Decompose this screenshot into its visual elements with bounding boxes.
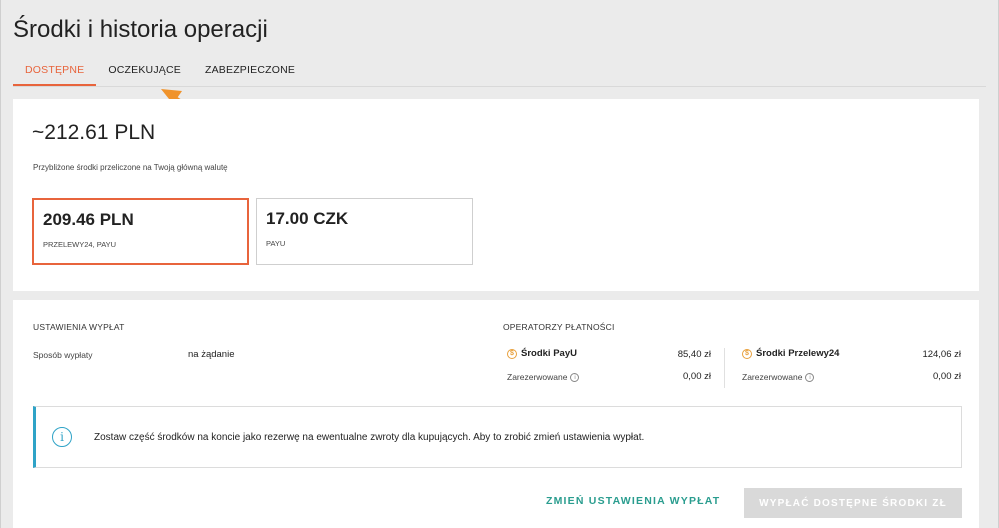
notice-text: Zostaw część środków na koncie jako reze… — [94, 432, 645, 443]
reserved-label: Zarezerwowane — [742, 372, 803, 382]
reserve-notice: i Zostaw część środków na koncie jako re… — [33, 406, 962, 468]
change-payout-settings-button[interactable]: ZMIEŃ USTAWIENIA WYPŁAT — [546, 495, 720, 507]
total-balance: ~212.61 PLN — [32, 121, 156, 144]
payout-settings-heading: USTAWIENIA WYPŁAT — [33, 322, 125, 332]
page-title: Środki i historia operacji — [13, 16, 268, 43]
payout-method-value: na żądanie — [188, 349, 235, 360]
page-frame: Środki i historia operacji DOSTĘPNE OCZE… — [0, 0, 999, 528]
balance-amount: 17.00 CZK — [266, 209, 349, 228]
balance-summary-card: ~212.61 PLN Przybliżone środki przeliczo… — [13, 99, 979, 291]
operator-p24-name: $ Środki Przelewy24 — [742, 348, 839, 359]
tab-available[interactable]: DOSTĘPNE — [13, 60, 97, 86]
balance-source: PAYU — [266, 239, 286, 248]
payout-method-label: Sposób wypłaty — [33, 350, 93, 360]
balance-tile-pln[interactable]: 209.46 PLN PRZELEWY24, PAYU — [32, 198, 249, 265]
conversion-note: Przybliżone środki przeliczone na Twoją … — [33, 163, 228, 172]
operator-p24-reserved-label: Zarezerwowane i — [742, 372, 815, 383]
balance-amount: 209.46 PLN — [43, 210, 134, 229]
info-circle-icon: i — [52, 427, 72, 447]
operator-label: Środki PayU — [521, 348, 577, 359]
operator-payu-reserved: 0,00 zł — [683, 371, 711, 382]
operator-payu-amount: 85,40 zł — [677, 349, 711, 360]
operator-payu-name: $ Środki PayU — [507, 348, 577, 359]
reserved-label: Zarezerwowane — [507, 372, 568, 382]
coin-icon: $ — [742, 348, 752, 359]
operator-p24-amount: 124,06 zł — [922, 349, 961, 360]
payout-card: USTAWIENIA WYPŁAT Sposób wypłaty na żąda… — [13, 300, 979, 528]
operator-payu-reserved-label: Zarezerwowane i — [507, 372, 580, 383]
balance-tile-czk[interactable]: 17.00 CZK PAYU — [256, 198, 473, 265]
operator-p24-reserved: 0,00 zł — [933, 371, 961, 382]
info-icon[interactable]: i — [805, 373, 815, 383]
coin-icon: $ — [507, 348, 517, 359]
info-icon[interactable]: i — [570, 373, 580, 383]
balance-source: PRZELEWY24, PAYU — [43, 240, 117, 249]
operator-divider — [724, 348, 725, 388]
withdraw-button[interactable]: WYPŁAĆ DOSTĘPNE ŚRODKI ZŁ — [744, 488, 962, 518]
operator-label: Środki Przelewy24 — [756, 348, 840, 359]
payment-operators-heading: OPERATORZY PŁATNOŚCI — [503, 322, 615, 332]
